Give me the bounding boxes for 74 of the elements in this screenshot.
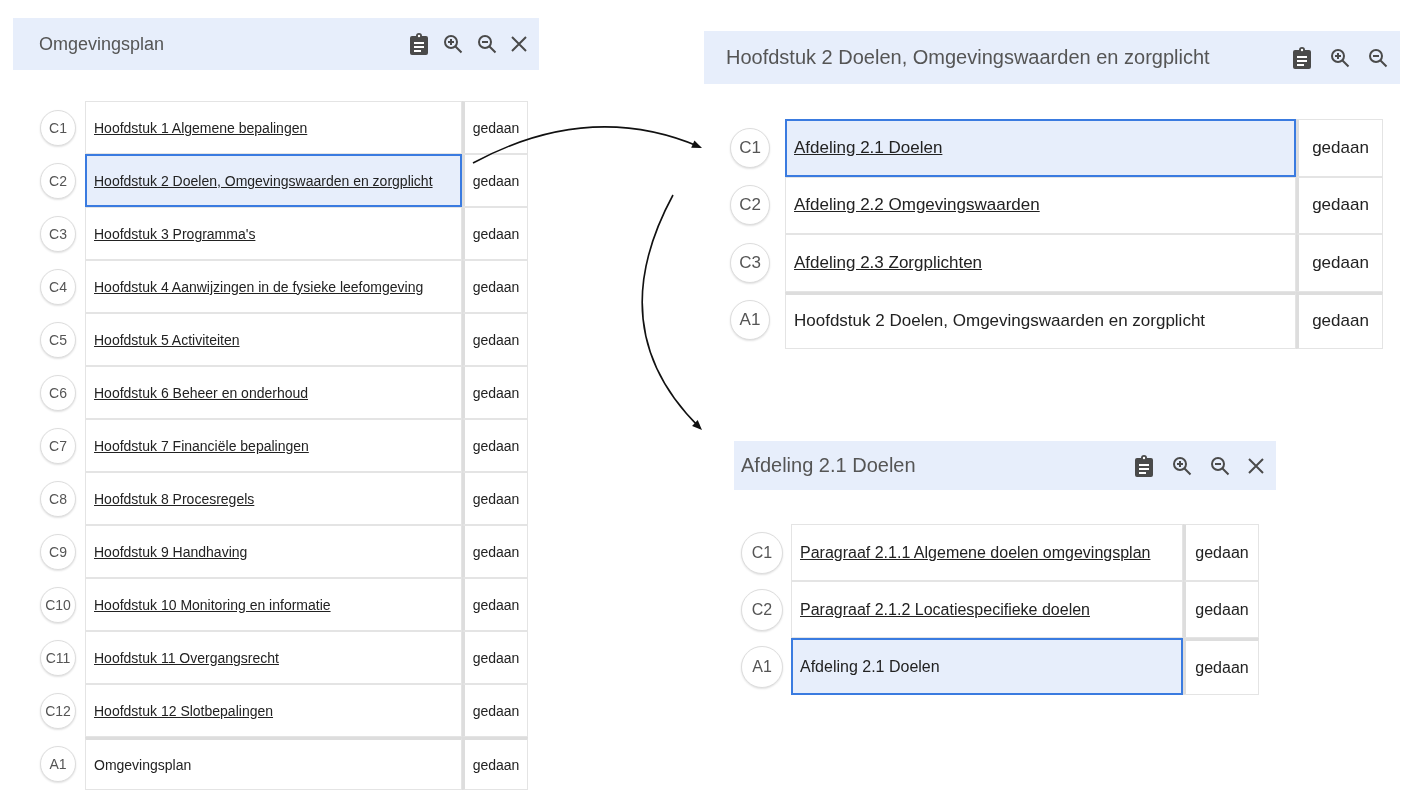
status-cell: gedaan xyxy=(462,154,528,207)
section-link-cell[interactable]: Hoofdstuk 7 Financiële bepalingen xyxy=(85,419,462,472)
status-cell: gedaan xyxy=(462,684,528,737)
row-label-badge: C11 xyxy=(40,639,76,676)
section-link-cell[interactable]: Hoofdstuk 12 Slotbepalingen xyxy=(85,684,462,737)
row-label-badge: A1 xyxy=(730,300,770,341)
section-title-cell[interactable]: Hoofdstuk 2 Doelen, Omgevingswaarden en zorgplicht xyxy=(785,291,1296,349)
section-link-cell[interactable]: Hoofdstuk 5 Activiteiten xyxy=(85,313,462,366)
status-cell: gedaan xyxy=(1296,234,1383,292)
close-icon[interactable] xyxy=(1248,457,1264,474)
panel-title: Hoofdstuk 2 Doelen, Omgevingswaarden en zorgplicht xyxy=(726,46,1211,69)
status-cell: gedaan xyxy=(1296,291,1383,349)
panel-title: Omgevingsplan xyxy=(39,33,166,55)
close-icon[interactable] xyxy=(511,36,527,52)
section-link-cell[interactable]: Hoofdstuk 11 Overgangsrecht xyxy=(85,631,462,684)
zoom-in-icon[interactable] xyxy=(1330,47,1350,68)
zoom-out-icon[interactable] xyxy=(1210,455,1230,476)
section-link-cell[interactable]: Hoofdstuk 10 Monitoring en informatie xyxy=(85,578,462,631)
status-cell: gedaan xyxy=(462,260,528,313)
status-cell: gedaan xyxy=(1183,581,1259,638)
section-link-cell[interactable]: Hoofdstuk 2 Doelen, Omgevingswaarden en zorgplicht xyxy=(85,154,462,207)
status-cell: gedaan xyxy=(462,207,528,260)
clipboard-icon[interactable] xyxy=(1292,46,1312,69)
status-cell: gedaan xyxy=(462,419,528,472)
section-link-cell[interactable]: Hoofdstuk 9 Handhaving xyxy=(85,525,462,578)
status-cell: gedaan xyxy=(1296,176,1383,234)
section-link-cell[interactable]: Afdeling 2.2 Omgevingswaarden xyxy=(785,176,1296,234)
section-link-cell[interactable]: Paragraaf 2.1.1 Algemene doelen omgevingsplan xyxy=(791,524,1183,581)
row-label-badge: C9 xyxy=(40,533,76,570)
zoom-out-icon[interactable] xyxy=(1368,47,1388,68)
row-label-badge: A1 xyxy=(741,645,783,688)
clipboard-icon[interactable] xyxy=(409,33,429,55)
status-cell: gedaan xyxy=(462,472,528,525)
row-label-badge: A1 xyxy=(40,745,76,782)
row-label-badge: C1 xyxy=(40,109,76,146)
row-label-badge: C1 xyxy=(741,531,783,574)
status-cell: gedaan xyxy=(1183,638,1259,695)
row-label-badge: C2 xyxy=(741,588,783,631)
zoom-in-icon[interactable] xyxy=(1172,455,1192,476)
section-link-cell[interactable]: Afdeling 2.3 Zorgplichten xyxy=(785,234,1296,292)
row-label-badge: C3 xyxy=(730,242,770,283)
section-link-cell[interactable]: Paragraaf 2.1.2 Locatiespecifieke doelen xyxy=(791,581,1183,638)
row-label-badge: C3 xyxy=(40,215,76,252)
section-link-cell[interactable]: Hoofdstuk 4 Aanwijzingen in de fysieke leefomgeving xyxy=(85,260,462,313)
section-link-cell[interactable]: Hoofdstuk 6 Beheer en onderhoud xyxy=(85,366,462,419)
clipboard-icon[interactable] xyxy=(1134,454,1154,477)
row-label-badge: C5 xyxy=(40,321,76,358)
zoom-in-icon[interactable] xyxy=(443,34,463,54)
row-label-badge: C2 xyxy=(730,185,770,226)
status-cell: gedaan xyxy=(462,737,528,790)
row-label-badge: C10 xyxy=(40,586,76,623)
section-link-cell[interactable]: Hoofdstuk 8 Procesregels xyxy=(85,472,462,525)
row-label-badge: C6 xyxy=(40,374,76,411)
panel-title: Afdeling 2.1 Doelen xyxy=(741,454,917,477)
status-cell: gedaan xyxy=(462,101,528,154)
section-title-cell[interactable]: Afdeling 2.1 Doelen xyxy=(791,638,1183,695)
status-cell: gedaan xyxy=(462,525,528,578)
section-link-cell[interactable]: Afdeling 2.1 Doelen xyxy=(785,119,1296,177)
status-cell: gedaan xyxy=(462,313,528,366)
section-title-cell[interactable]: Omgevingsplan xyxy=(85,737,462,790)
row-label-badge: C1 xyxy=(730,127,770,168)
status-cell: gedaan xyxy=(1296,119,1383,177)
row-label-badge: C12 xyxy=(40,692,76,729)
status-cell: gedaan xyxy=(462,631,528,684)
section-link-cell[interactable]: Hoofdstuk 1 Algemene bepalingen xyxy=(85,101,462,154)
status-cell: gedaan xyxy=(462,578,528,631)
row-label-badge: C8 xyxy=(40,480,76,517)
row-label-badge: C2 xyxy=(40,162,76,199)
status-cell: gedaan xyxy=(1183,524,1259,581)
row-label-badge: C4 xyxy=(40,268,76,305)
zoom-out-icon[interactable] xyxy=(477,34,497,54)
row-label-badge: C7 xyxy=(40,427,76,464)
status-cell: gedaan xyxy=(462,366,528,419)
section-link-cell[interactable]: Hoofdstuk 3 Programma's xyxy=(85,207,462,260)
